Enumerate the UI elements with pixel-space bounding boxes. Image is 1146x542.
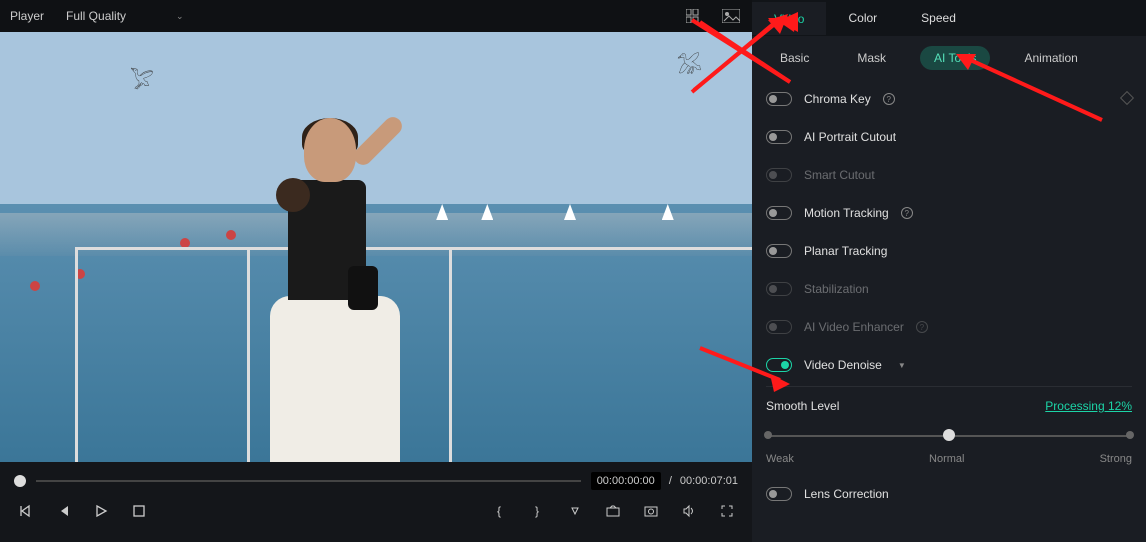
label-stabilization: Stabilization bbox=[804, 282, 869, 296]
playhead-track[interactable] bbox=[36, 480, 581, 482]
label-video-denoise: Video Denoise bbox=[804, 358, 882, 372]
subtab-animation[interactable]: Animation bbox=[1010, 46, 1091, 70]
stop-button[interactable] bbox=[128, 500, 150, 522]
toggle-smart-cutout bbox=[766, 168, 792, 182]
current-time: 00:00:00:00 bbox=[591, 472, 661, 490]
snapshot-icon[interactable] bbox=[640, 500, 662, 522]
brace-right-icon[interactable]: } bbox=[526, 500, 548, 522]
option-video-denoise: Video Denoise ▼ bbox=[766, 346, 1132, 384]
label-smart-cutout: Smart Cutout bbox=[804, 168, 875, 182]
video-preview[interactable]: 𓅯 𓅮 bbox=[0, 32, 752, 462]
subtab-ai-tools[interactable]: AI Tools bbox=[920, 46, 990, 70]
label-planar-tracking: Planar Tracking bbox=[804, 244, 887, 258]
smooth-slider[interactable] bbox=[766, 427, 1132, 447]
total-time: 00:00:07:01 bbox=[680, 475, 738, 487]
option-stabilization: Stabilization bbox=[766, 270, 1132, 308]
step-back-button[interactable] bbox=[52, 500, 74, 522]
slider-label-weak: Weak bbox=[766, 453, 794, 465]
skip-back-button[interactable] bbox=[14, 500, 36, 522]
fullscreen-icon[interactable] bbox=[716, 500, 738, 522]
slider-label-strong: Strong bbox=[1100, 453, 1132, 465]
tab-speed[interactable]: Speed bbox=[899, 2, 978, 34]
playhead-thumb[interactable] bbox=[14, 475, 26, 487]
sub-tabs: Basic Mask AI Tools Animation bbox=[752, 36, 1146, 80]
option-motion-tracking: Motion Tracking ? bbox=[766, 194, 1132, 232]
label-chroma-key: Chroma Key bbox=[804, 92, 871, 106]
toggle-chroma-key[interactable] bbox=[766, 92, 792, 106]
brace-left-icon[interactable]: { bbox=[488, 500, 510, 522]
option-chroma-key: Chroma Key ? bbox=[766, 80, 1132, 118]
toggle-ai-portrait[interactable] bbox=[766, 130, 792, 144]
toggle-video-denoise[interactable] bbox=[766, 358, 792, 372]
image-icon[interactable] bbox=[720, 5, 742, 27]
label-motion-tracking: Motion Tracking bbox=[804, 206, 889, 220]
smooth-level-section: Smooth Level Processing 12% Weak Normal … bbox=[766, 386, 1132, 465]
time-separator: / bbox=[669, 475, 672, 487]
marker-icon[interactable] bbox=[564, 500, 586, 522]
bird-icon: 𓅮 bbox=[677, 47, 702, 80]
compare-grid-icon[interactable] bbox=[684, 5, 706, 27]
label-lens-correction: Lens Correction bbox=[804, 487, 889, 501]
tab-color[interactable]: Color bbox=[826, 2, 899, 34]
chevron-down-icon: ⌄ bbox=[176, 11, 184, 22]
player-label: Player bbox=[10, 9, 44, 23]
help-icon: ? bbox=[916, 321, 928, 333]
subtab-mask[interactable]: Mask bbox=[843, 46, 900, 70]
play-button[interactable] bbox=[90, 500, 112, 522]
label-ai-portrait: AI Portrait Cutout bbox=[804, 130, 896, 144]
processing-status[interactable]: Processing 12% bbox=[1045, 399, 1132, 413]
volume-icon[interactable] bbox=[678, 500, 700, 522]
quality-value: Full Quality bbox=[66, 9, 126, 23]
export-frame-icon[interactable] bbox=[602, 500, 624, 522]
toggle-ai-video-enhancer bbox=[766, 320, 792, 334]
toggle-motion-tracking[interactable] bbox=[766, 206, 792, 220]
quality-dropdown[interactable]: Full Quality ⌄ bbox=[58, 5, 192, 27]
slider-label-normal: Normal bbox=[929, 453, 964, 465]
tab-video[interactable]: Video bbox=[752, 2, 826, 35]
label-ai-video-enhancer: AI Video Enhancer bbox=[804, 320, 904, 334]
option-planar-tracking: Planar Tracking bbox=[766, 232, 1132, 270]
help-icon[interactable]: ? bbox=[901, 207, 913, 219]
toggle-planar-tracking[interactable] bbox=[766, 244, 792, 258]
toggle-lens-correction[interactable] bbox=[766, 487, 792, 501]
smooth-level-label: Smooth Level bbox=[766, 399, 839, 413]
option-lens-correction: Lens Correction bbox=[766, 475, 1132, 513]
subtab-basic[interactable]: Basic bbox=[766, 46, 823, 70]
option-ai-portrait: AI Portrait Cutout bbox=[766, 118, 1132, 156]
option-smart-cutout: Smart Cutout bbox=[766, 156, 1132, 194]
toggle-stabilization bbox=[766, 282, 792, 296]
keyframe-icon[interactable] bbox=[1120, 91, 1134, 105]
help-icon[interactable]: ? bbox=[883, 93, 895, 105]
slider-thumb[interactable] bbox=[943, 429, 955, 441]
primary-tabs: Video Color Speed bbox=[752, 0, 1146, 36]
expand-icon[interactable]: ▼ bbox=[898, 361, 906, 370]
bird-icon: 𓅯 bbox=[130, 62, 154, 95]
option-ai-video-enhancer: AI Video Enhancer ? bbox=[766, 308, 1132, 346]
